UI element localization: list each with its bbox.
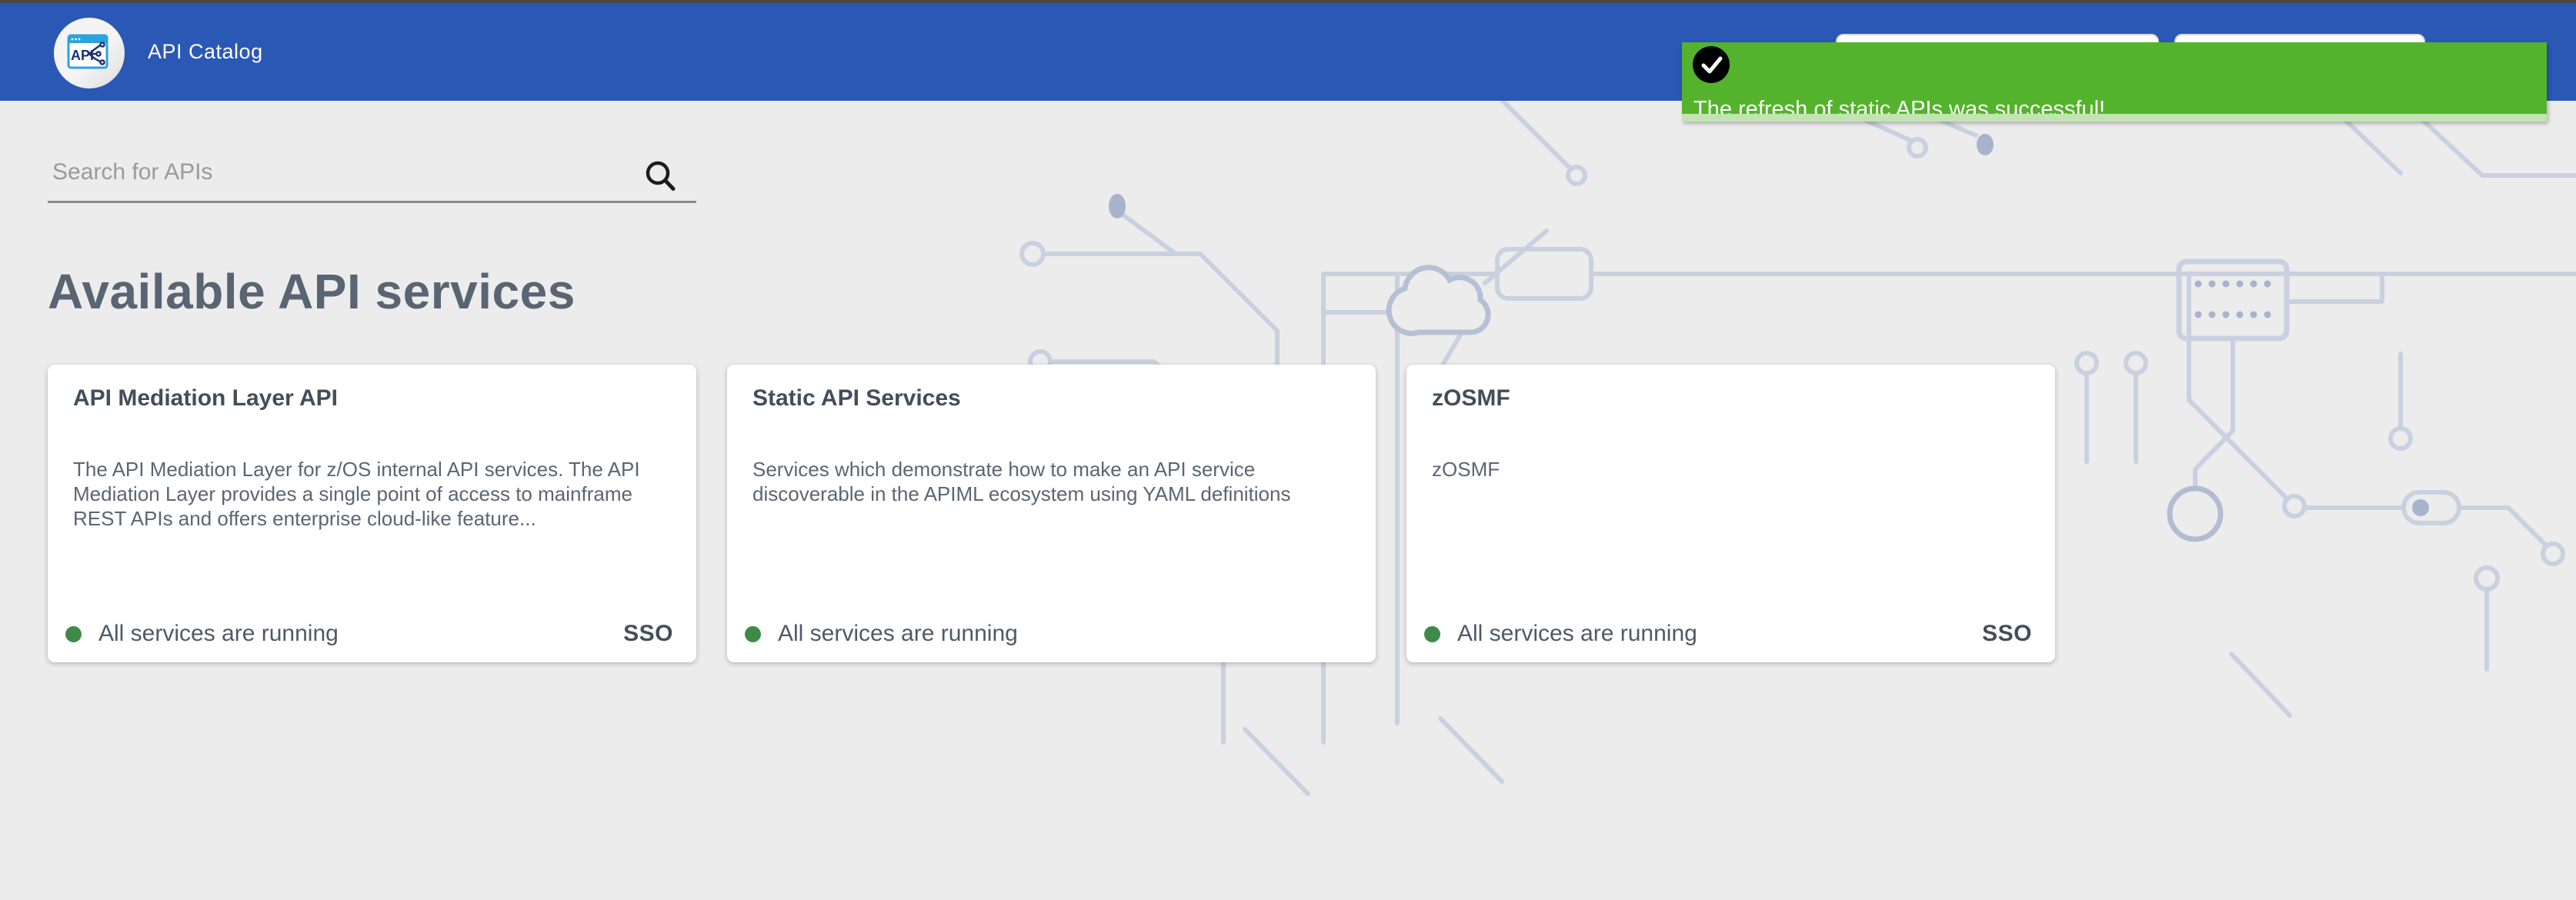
- success-toast[interactable]: The refresh of static APIs was successfu…: [1682, 42, 2547, 122]
- status-text: All services are running: [1457, 621, 1697, 647]
- screen-top-edge: [0, 0, 2576, 3]
- service-tile-static-api-services[interactable]: Static API Services Services which demon…: [727, 365, 1376, 662]
- tile-description: The API Mediation Layer for z/OS interna…: [73, 457, 675, 531]
- status-ok-dot: [1424, 626, 1440, 642]
- check-circle-icon: [1693, 46, 1730, 83]
- status-text: All services are running: [98, 621, 339, 647]
- cloud-shape: [1389, 268, 1488, 334]
- toast-progress-strip: [1682, 114, 2547, 122]
- sso-badge: SSO: [623, 621, 673, 647]
- status-ok-dot: [65, 626, 82, 642]
- service-tile-api-mediation-layer[interactable]: API Mediation Layer API The API Mediatio…: [48, 365, 696, 662]
- available-services-heading: Available API services: [48, 265, 576, 318]
- status-ok-dot: [745, 626, 761, 642]
- tile-title: API Mediation Layer API: [73, 385, 338, 412]
- tile-footer: All services are running: [745, 618, 1353, 650]
- service-tiles-row: API Mediation Layer API The API Mediatio…: [48, 365, 2055, 662]
- tile-title: Static API Services: [752, 385, 961, 412]
- tile-footer: All services are running SSO: [65, 618, 673, 650]
- search-icon[interactable]: [642, 158, 679, 197]
- api-catalog-logo-icon: API: [54, 18, 125, 88]
- page-title: API Catalog: [148, 3, 263, 101]
- search-field-wrap: [48, 148, 696, 203]
- status-text: All services are running: [778, 621, 1018, 647]
- search-input[interactable]: [48, 148, 696, 203]
- tile-description: Services which demonstrate how to make a…: [752, 457, 1354, 506]
- tile-description: zOSMF: [1432, 457, 2034, 482]
- service-tile-zosmf[interactable]: zOSMF zOSMF All services are running SSO: [1406, 365, 2055, 662]
- sso-badge: SSO: [1982, 621, 2032, 647]
- tile-title: zOSMF: [1432, 385, 1510, 412]
- tile-footer: All services are running SSO: [1424, 618, 2032, 650]
